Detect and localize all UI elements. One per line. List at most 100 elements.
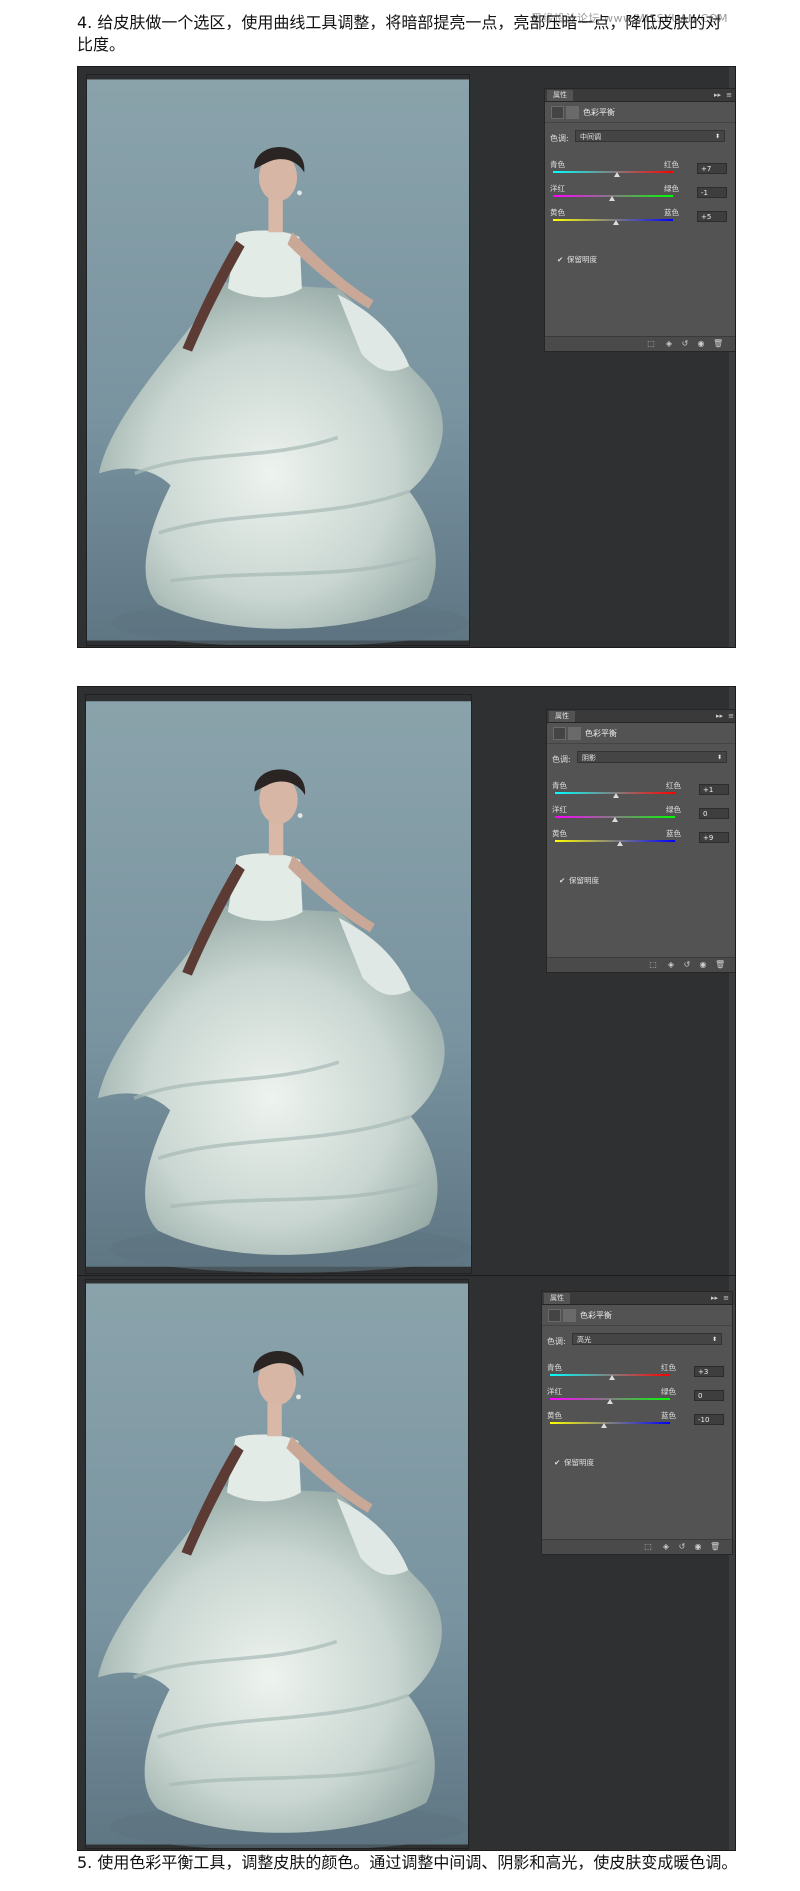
slider-thumb[interactable] [612,817,618,822]
slider-right-label: 红色 [661,1363,676,1372]
slider-right-label: 绿色 [666,805,681,814]
slider-value-input[interactable]: +3 [694,1366,724,1377]
eye-icon[interactable]: ◉ [699,961,707,969]
color-slider-row: 洋红 绿色 0 [542,1386,732,1408]
slider-thumb[interactable] [613,220,619,225]
color-balance-icon [548,1309,561,1322]
preserve-luminosity-checkbox[interactable]: ✔ 保留明度 [554,1457,594,1468]
collapse-panel-icon[interactable]: ▸▸ [716,710,723,722]
panel-tab-bar: 属性 ▸▸ ≡ [547,710,735,723]
slider-left-label: 洋红 [552,805,567,814]
visibility-cycle-icon[interactable]: ◈ [667,961,675,969]
collapse-panel-icon[interactable]: ▸▸ [711,1292,718,1304]
slider-right-label: 蓝色 [666,829,681,838]
preserve-luminosity-checkbox[interactable]: ✔ 保留明度 [559,875,599,886]
panel-footer: ⬚ ◈ ↺ ◉ 🗑 [545,336,735,351]
checkmark-icon: ✔ [559,876,566,885]
slider-thumb[interactable] [601,1423,607,1428]
bride-photo [86,74,470,646]
tone-select[interactable]: 高光 ⬍ [572,1333,722,1345]
trash-icon[interactable]: 🗑 [710,1543,720,1551]
slider-thumb[interactable] [607,1399,613,1404]
slider-value-input[interactable]: 0 [694,1390,724,1401]
slider-left-label: 黄色 [547,1411,562,1420]
slider-left-label: 青色 [550,160,565,169]
color-slider-row: 青色 红色 +3 [542,1362,732,1384]
slider-thumb[interactable] [608,1375,615,1380]
color-slider-row: 洋红 绿色 -1 [545,183,735,205]
color-balance-panel-highlights: 属性 ▸▸ ≡ 色彩平衡 色调: 高光 ⬍ 青色 红色 +3 洋红 绿色 0 黄色 蓝色 -10… [541,1291,735,1555]
panel-title: 色彩平衡 [580,1311,612,1320]
properties-tab[interactable]: 属性 [549,711,575,722]
slider-right-label: 红色 [666,781,681,790]
tone-label: 色调: [547,1337,566,1346]
panel-title: 色彩平衡 [583,108,615,117]
visibility-cycle-icon[interactable]: ◈ [665,340,673,348]
ps-screenshot-highlights: 属性 ▸▸ ≡ 色彩平衡 色调: 高光 ⬍ 青色 红色 +3 洋红 绿色 0 黄色 蓝色 -10… [77,1275,736,1851]
panel-header: 色彩平衡 [542,1305,732,1326]
slider-thumb[interactable] [609,196,616,201]
color-balance-panel-midtones: 属性 ▸▸ ≡ 色彩平衡 色调: 中间调 ⬍ 青色 红色 +7 洋红 绿色 -1 黄色 蓝色 +… [544,88,735,352]
slider-thumb[interactable] [614,172,621,177]
color-slider-row: 黄色 蓝色 -10 [542,1410,732,1432]
properties-tab[interactable]: 属性 [544,1293,570,1304]
panel-menu-icon[interactable]: ≡ [728,710,734,722]
panel-title: 色彩平衡 [585,729,617,738]
bride-photo [85,1279,469,1849]
collapse-panel-icon[interactable]: ▸▸ [714,89,721,101]
eye-icon[interactable]: ◉ [697,340,705,348]
tone-label: 色调: [552,755,571,764]
mask-icon[interactable] [568,727,581,740]
slider-value-input[interactable]: -10 [694,1414,724,1425]
preserve-luminosity-checkbox[interactable]: ✔ 保留明度 [557,254,597,265]
slider-value-input[interactable]: +5 [697,211,727,222]
panel-tab-bar: 属性 ▸▸ ≡ [545,89,735,102]
mask-icon[interactable] [566,106,579,119]
ps-screenshot-shadows: 属性 ▸▸ ≡ 色彩平衡 色调: 阴影 ⬍ 青色 红色 +1 洋红 绿色 0 黄色 蓝色 +9 … [77,686,736,1276]
step-5-text: 5. 使用色彩平衡工具，调整皮肤的颜色。通过调整中间调、阴影和高光，使皮肤变成暖… [77,1853,738,1872]
reset-icon[interactable]: ↺ [683,961,691,969]
visibility-cycle-icon[interactable]: ◈ [662,1543,670,1551]
tone-value: 高光 [577,1336,591,1344]
preserve-luminosity-label: 保留明度 [569,876,599,885]
chevron-down-icon: ⬍ [714,133,720,140]
properties-tab[interactable]: 属性 [547,90,573,101]
slider-thumb[interactable] [612,793,619,798]
panel-scrollbar[interactable] [733,1305,735,1540]
step-4-text: 4. 给皮肤做一个选区，使用曲线工具调整，将暗部提亮一点，亮部压暗一点，降低皮肤… [77,13,722,54]
tone-select[interactable]: 中间调 ⬍ [575,130,725,142]
slider-track[interactable] [555,840,675,842]
color-slider-row: 青色 红色 +7 [545,159,735,181]
slider-left-label: 洋红 [547,1387,562,1396]
slider-right-label: 蓝色 [664,208,679,217]
slider-value-input[interactable]: +1 [699,784,729,795]
slider-right-label: 红色 [664,160,679,169]
eye-icon[interactable]: ◉ [694,1543,702,1551]
trash-icon[interactable]: 🗑 [713,340,723,348]
reset-icon[interactable]: ↺ [678,1543,686,1551]
panel-menu-icon[interactable]: ≡ [726,89,732,101]
tone-select[interactable]: 阴影 ⬍ [577,751,727,763]
checkmark-icon: ✔ [557,255,564,264]
reset-icon[interactable]: ↺ [681,340,689,348]
slider-value-input[interactable]: 0 [699,808,729,819]
slider-value-input[interactable]: -1 [697,187,727,198]
clip-icon[interactable]: ⬚ [649,961,657,969]
color-balance-panel-shadows: 属性 ▸▸ ≡ 色彩平衡 色调: 阴影 ⬍ 青色 红色 +1 洋红 绿色 0 黄色 蓝色 +9 … [546,709,735,973]
mask-icon[interactable] [563,1309,576,1322]
tone-label: 色调: [550,134,569,143]
panel-menu-icon[interactable]: ≡ [723,1292,729,1304]
clip-icon[interactable]: ⬚ [647,340,655,348]
slider-track[interactable] [550,1422,670,1424]
slider-value-input[interactable]: +9 [699,832,729,843]
tone-value: 阴影 [582,754,596,762]
trash-icon[interactable]: 🗑 [715,961,725,969]
chevron-down-icon: ⬍ [711,1336,717,1343]
clip-icon[interactable]: ⬚ [644,1543,652,1551]
panel-footer: ⬚ ◈ ↺ ◉ 🗑 [542,1539,732,1554]
slider-thumb[interactable] [617,841,624,846]
slider-value-input[interactable]: +7 [697,163,727,174]
slider-track[interactable] [553,171,673,173]
preserve-luminosity-label: 保留明度 [567,255,597,264]
slider-right-label: 绿色 [664,184,679,193]
